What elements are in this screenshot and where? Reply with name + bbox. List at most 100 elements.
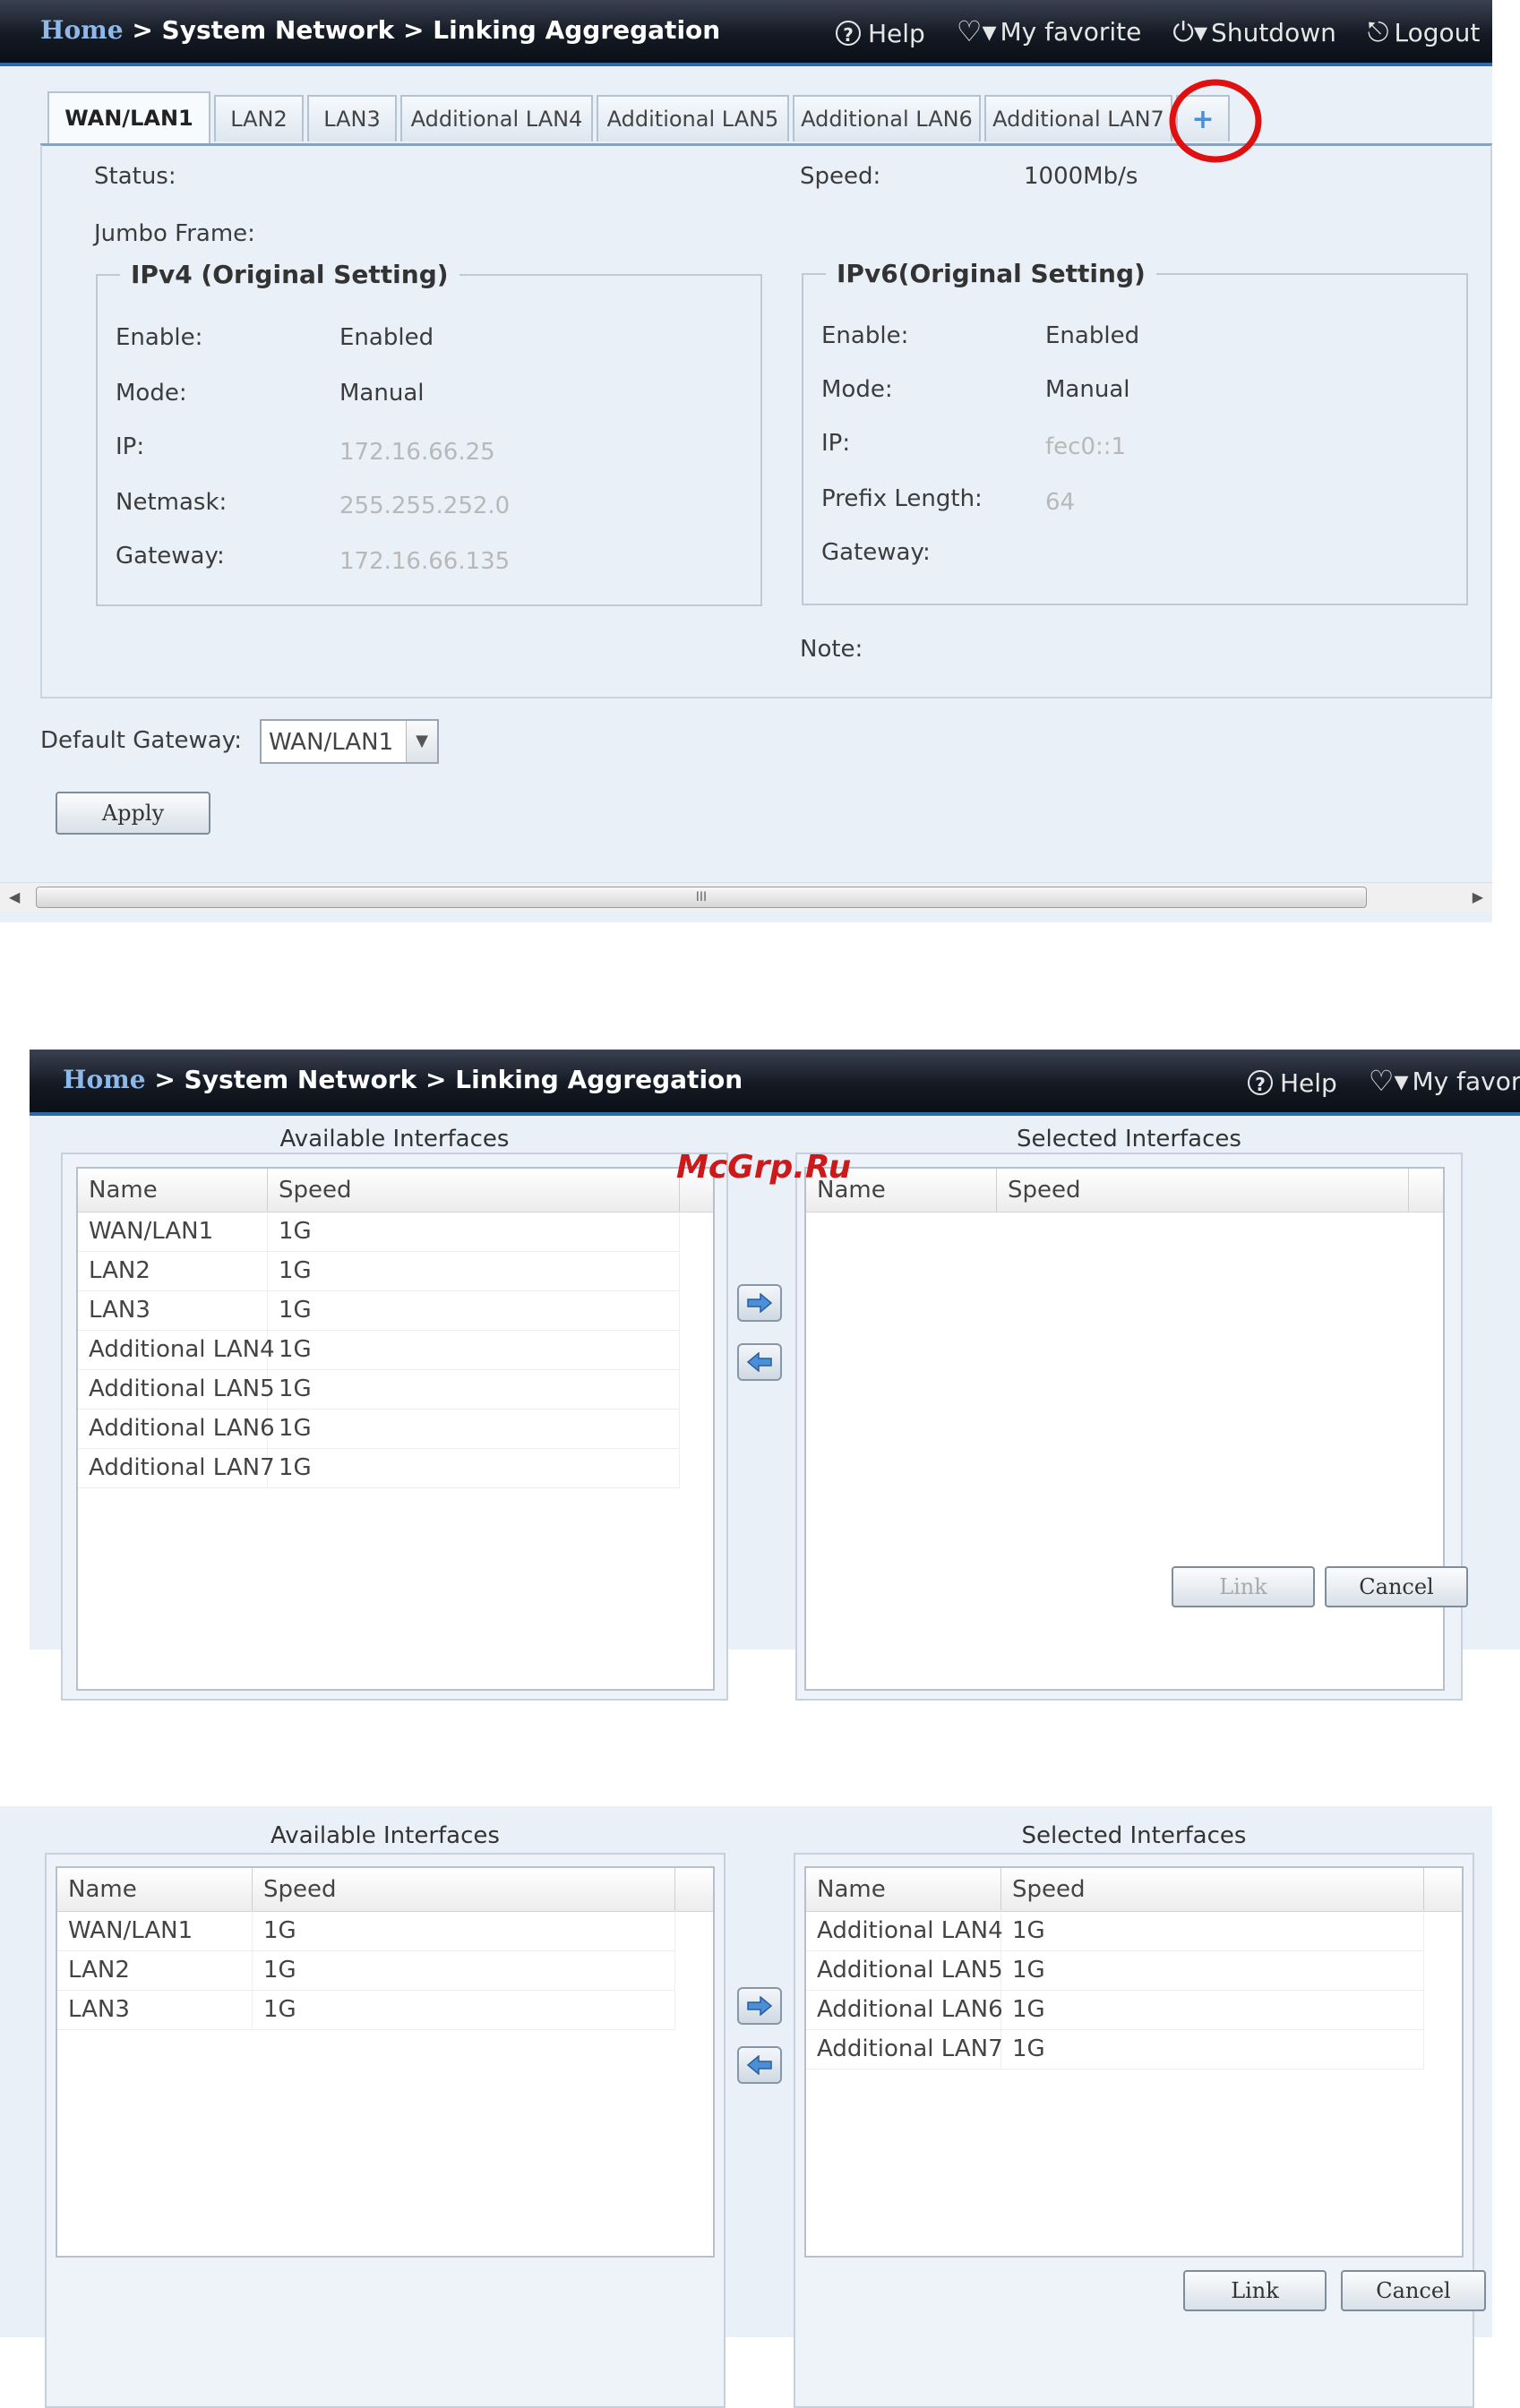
interface-name-cell: Additional LAN5: [806, 1950, 1001, 1990]
interface-row[interactable]: Additional LAN51G: [806, 1950, 1424, 1991]
shutdown-label: Shutdown: [1211, 18, 1336, 47]
breadcrumb-separator: >: [154, 1065, 175, 1094]
speed-column-header[interactable]: Speed: [1001, 1868, 1424, 1911]
speed-value: 1000Mb/s: [1024, 163, 1138, 190]
cancel-button[interactable]: Cancel: [1341, 2270, 1486, 2311]
move-right-button[interactable]: [737, 1987, 782, 2025]
available-interfaces-grid[interactable]: Name Speed WAN/LAN11GLAN21GLAN31G: [56, 1866, 715, 2258]
power-icon: ⏻▾: [1172, 17, 1207, 48]
ipv4-legend: IPv4 (Original Setting): [120, 260, 459, 289]
ipv4-netmask-label: Netmask:: [116, 489, 227, 516]
ipv4-ip-label: IP:: [116, 433, 144, 460]
interface-row[interactable]: LAN21G: [57, 1950, 675, 1991]
logout-label: Logout: [1394, 18, 1480, 47]
move-right-button[interactable]: [737, 1284, 782, 1322]
interface-row[interactable]: Additional LAN41G: [78, 1330, 680, 1370]
interface-speed-cell: 1G: [253, 1911, 675, 1950]
selected-interfaces-title: Selected Interfaces: [794, 1822, 1474, 1849]
selected-interfaces-grid[interactable]: Name Speed Additional LAN41GAdditional L…: [804, 1866, 1464, 2258]
interface-row[interactable]: Additional LAN71G: [806, 2029, 1424, 2070]
speed-column-header[interactable]: Speed: [997, 1169, 1409, 1212]
scroll-left-icon[interactable]: ◀: [9, 888, 20, 905]
help-icon: ?: [1248, 1070, 1273, 1095]
available-interfaces-title: Available Interfaces: [61, 1126, 728, 1153]
selected-interfaces-title: Selected Interfaces: [795, 1126, 1463, 1153]
link-button[interactable]: Link: [1172, 1566, 1315, 1607]
interface-speed-cell: 1G: [1001, 1911, 1424, 1950]
top-nav-bar: Home > System Network > Linking Aggregat…: [30, 1050, 1520, 1116]
arrow-right-icon: [746, 1996, 773, 2016]
move-left-button[interactable]: [737, 2046, 782, 2084]
default-gateway-select[interactable]: WAN/LAN1 ▼: [260, 719, 439, 764]
help-button[interactable]: ?Help: [1248, 1068, 1337, 1098]
interface-row[interactable]: Additional LAN61G: [78, 1409, 680, 1449]
name-column-header[interactable]: Name: [57, 1868, 253, 1911]
tab-additional-lan4[interactable]: Additional LAN4: [400, 95, 593, 141]
help-button[interactable]: ?Help: [836, 19, 925, 48]
interface-row[interactable]: Additional LAN41G: [806, 1911, 1424, 1951]
network-settings-panel: Home > System Network > Linking Aggregat…: [0, 0, 1492, 922]
selected-interfaces-grid[interactable]: Name Speed: [804, 1167, 1445, 1691]
interface-row[interactable]: Additional LAN51G: [78, 1369, 680, 1410]
scroll-right-icon[interactable]: ▶: [1473, 888, 1483, 905]
breadcrumb-home-link[interactable]: Home: [63, 1065, 146, 1094]
tab-additional-lan6[interactable]: Additional LAN6: [793, 95, 981, 141]
ipv6-enable-label: Enable:: [821, 322, 908, 349]
ipv6-enable-value: Enabled: [1045, 322, 1139, 349]
arrow-left-icon: [746, 1352, 773, 1372]
top-nav-bar: Home > System Network > Linking Aggregat…: [0, 0, 1492, 66]
interface-row[interactable]: WAN/LAN11G: [57, 1911, 675, 1951]
interface-row[interactable]: LAN31G: [78, 1290, 680, 1331]
header-actions: ?Help ♡▾My favorite: [1248, 1064, 1520, 1098]
status-label: Status:: [94, 163, 176, 190]
breadcrumb-section[interactable]: System Network: [185, 1065, 417, 1094]
speed-column-header[interactable]: Speed: [268, 1169, 680, 1212]
name-column-header[interactable]: Name: [806, 1868, 1001, 1911]
apply-button[interactable]: Apply: [56, 792, 210, 835]
interface-row[interactable]: Additional LAN71G: [78, 1448, 680, 1488]
interface-row[interactable]: LAN31G: [57, 1990, 675, 2030]
interface-row[interactable]: Additional LAN61G: [806, 1990, 1424, 2030]
breadcrumb: Home > System Network > Linking Aggregat…: [40, 15, 720, 45]
tab-additional-lan5[interactable]: Additional LAN5: [597, 95, 789, 141]
ipv4-mode-label: Mode:: [116, 380, 187, 407]
interface-speed-cell: 1G: [268, 1251, 680, 1290]
shutdown-button[interactable]: ⏻▾Shutdown: [1172, 17, 1336, 48]
link-button[interactable]: Link: [1183, 2270, 1327, 2311]
logout-icon: ⎋: [1368, 17, 1389, 48]
move-left-button[interactable]: [737, 1343, 782, 1381]
interface-speed-cell: 1G: [1001, 2029, 1424, 2069]
tab-lan3[interactable]: LAN3: [307, 95, 397, 141]
interface-row[interactable]: WAN/LAN11G: [78, 1212, 680, 1252]
breadcrumb-home-link[interactable]: Home: [40, 15, 124, 45]
logout-button[interactable]: ⎋Logout: [1368, 17, 1481, 48]
available-interfaces-grid[interactable]: Name Speed WAN/LAN11GLAN21GLAN31GAdditio…: [76, 1167, 715, 1691]
favorite-button[interactable]: ♡▾My favorite: [1369, 1064, 1520, 1098]
ipv6-mode-label: Mode:: [821, 376, 893, 403]
breadcrumb-section[interactable]: System Network: [162, 15, 395, 45]
tab-lan2[interactable]: LAN2: [214, 95, 304, 141]
interface-speed-cell: 1G: [268, 1448, 680, 1487]
interface-name-cell: Additional LAN7: [78, 1448, 268, 1487]
ipv4-gateway-label: Gateway:: [116, 543, 225, 570]
interface-speed-cell: 1G: [268, 1330, 680, 1369]
horizontal-scrollbar[interactable]: ◀ III ▶: [0, 882, 1492, 912]
interface-name-cell: Additional LAN6: [806, 1990, 1001, 2029]
tab-additional-lan7[interactable]: Additional LAN7: [984, 95, 1172, 141]
breadcrumb: Home > System Network > Linking Aggregat…: [63, 1065, 743, 1094]
watermark: McGrp.Ru: [676, 1149, 851, 1186]
name-column-header[interactable]: Name: [78, 1169, 268, 1212]
speed-column-header[interactable]: Speed: [253, 1868, 675, 1911]
interface-name-cell: Additional LAN6: [78, 1409, 268, 1448]
scrollbar-thumb[interactable]: III: [36, 887, 1367, 908]
interface-details: Status: Speed: 1000Mb/s Jumbo Frame: IPv…: [40, 145, 1492, 698]
interface-speed-cell: 1G: [1001, 1950, 1424, 1990]
interface-speed-cell: 1G: [253, 1950, 675, 1990]
chevron-down-icon[interactable]: ▼: [406, 721, 437, 762]
tab-wan-lan1[interactable]: WAN/LAN1: [47, 91, 210, 143]
interface-name-cell: LAN3: [57, 1990, 253, 2029]
favorite-button[interactable]: ♡▾My favorite: [957, 14, 1142, 48]
favorite-label: My favorite: [1413, 1067, 1520, 1096]
interface-row[interactable]: LAN21G: [78, 1251, 680, 1291]
cancel-button[interactable]: Cancel: [1325, 1566, 1468, 1607]
